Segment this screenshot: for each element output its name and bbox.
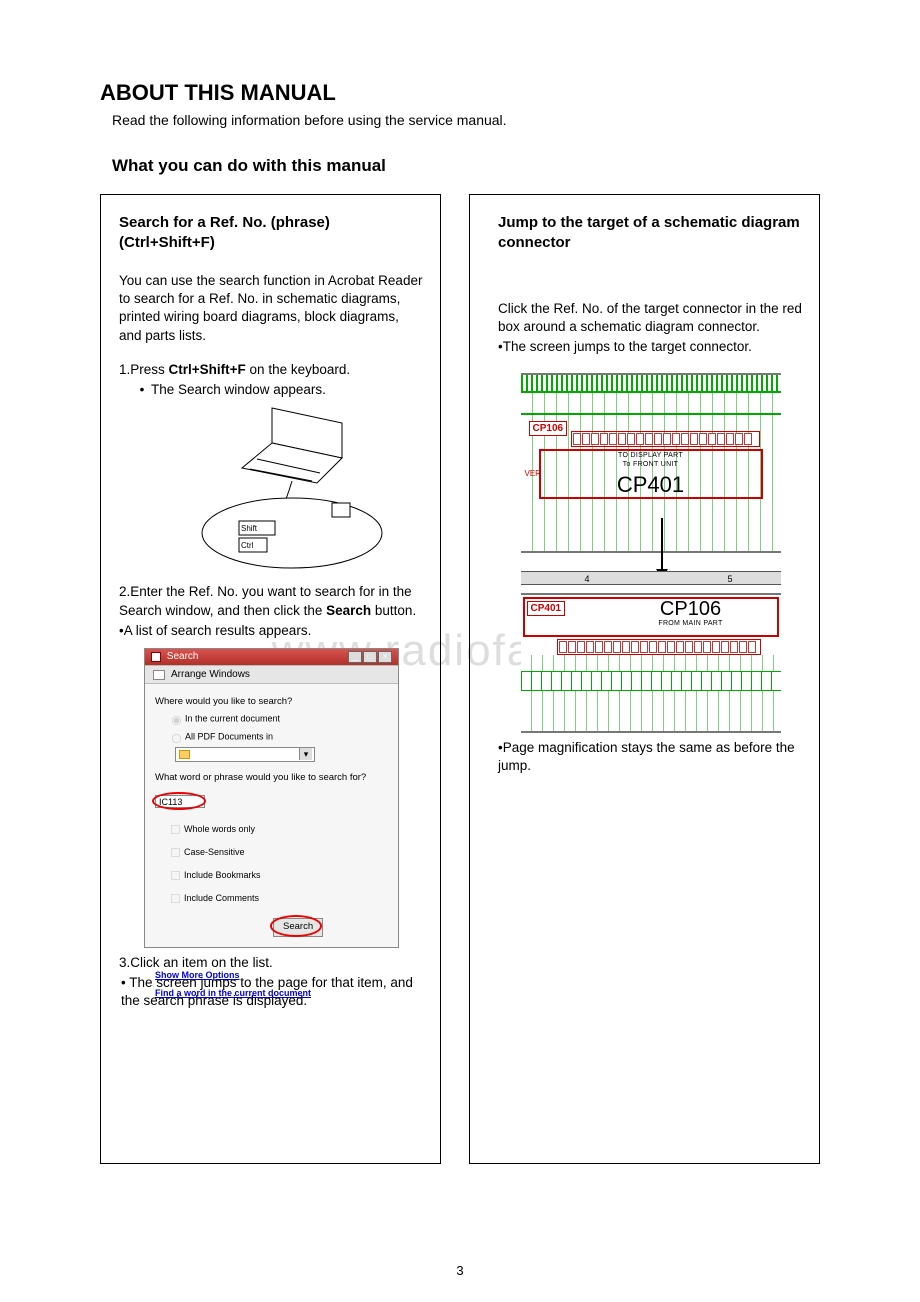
minimize-icon: _ bbox=[348, 651, 362, 663]
box-jump-connector: Jump to the target of a schematic diagra… bbox=[469, 194, 820, 1164]
search-input-wrap: IC113 bbox=[155, 795, 388, 808]
label-to-display: TO DISPLAY PART bbox=[521, 451, 781, 460]
radio-all-label: All PDF Documents in bbox=[185, 732, 273, 742]
step2-bold: Search bbox=[326, 603, 371, 618]
number-row bbox=[521, 696, 781, 706]
radio-current-label: In the current document bbox=[185, 714, 280, 724]
schematic-panel-top: CP106 VER TO DISPLAY PART To FRONT UNIT … bbox=[521, 373, 781, 553]
where-label: Where would you like to search? bbox=[155, 696, 388, 709]
check-whole-label: Whole words only bbox=[184, 824, 255, 834]
lower-green-row bbox=[521, 671, 781, 691]
step1-result-text: The Search window appears. bbox=[151, 382, 326, 397]
label-to-front: To FRONT UNIT bbox=[521, 460, 781, 469]
ruler-4: 4 bbox=[585, 573, 590, 585]
right-note: •Page magnification stays the same as be… bbox=[498, 739, 803, 775]
dialog-titlebar: Search _ □ × bbox=[145, 649, 398, 665]
label-cp401-small: CP401 bbox=[527, 601, 566, 617]
page-number: 3 bbox=[456, 1263, 463, 1278]
dialog-title-text: Search bbox=[167, 651, 199, 662]
close-icon: × bbox=[378, 651, 392, 663]
what-label: What word or phrase would you like to se… bbox=[155, 772, 388, 785]
folder-dropdown bbox=[175, 747, 315, 762]
box-search-refno: Search for a Ref. No. (phrase) (Ctrl+Shi… bbox=[100, 194, 441, 1164]
maximize-icon: □ bbox=[363, 651, 377, 663]
schematic-illustration: CP106 VER TO DISPLAY PART To FRONT UNIT … bbox=[521, 373, 781, 733]
right-desc2: •The screen jumps to the target connecto… bbox=[498, 338, 803, 356]
check-bookmarks-label: Include Bookmarks bbox=[184, 870, 261, 880]
heading-what-you-can-do: What you can do with this manual bbox=[112, 156, 820, 176]
heading-about: ABOUT THIS MANUAL bbox=[100, 80, 820, 106]
search-input-value: IC113 bbox=[155, 795, 205, 808]
check-comments: Include Comments bbox=[165, 889, 388, 908]
radio-all-docs: All PDF Documents in bbox=[165, 729, 388, 745]
connector-pins-bottom bbox=[559, 641, 759, 653]
schematic-panel-bottom: CP401 CP106 FROM MAIN PART bbox=[521, 593, 781, 733]
ruler-5: 5 bbox=[727, 573, 732, 585]
folder-icon bbox=[179, 750, 190, 759]
laptop-illustration: Shift Ctrl bbox=[142, 403, 402, 573]
step1-result: The Search window appears. bbox=[119, 381, 424, 399]
step1-shortcut: Ctrl+Shift+F bbox=[169, 362, 246, 377]
check-bookmarks: Include Bookmarks bbox=[165, 866, 388, 885]
check-case-label: Case-Sensitive bbox=[184, 847, 245, 857]
arrow-down-icon bbox=[661, 518, 663, 578]
search-button-wrap: Search bbox=[273, 918, 323, 937]
key-shift: Shift bbox=[241, 524, 258, 533]
connector-pins-top bbox=[573, 433, 758, 445]
step1-prefix: 1.Press bbox=[119, 362, 169, 377]
check-whole-words: Whole words only bbox=[165, 820, 388, 839]
label-cp401-big: CP401 bbox=[521, 470, 781, 500]
search-dialog-illustration: Search _ □ × Arrange Windows Where would… bbox=[144, 648, 399, 948]
left-desc: You can use the search function in Acrob… bbox=[119, 272, 424, 345]
link-show-more: Show More Options bbox=[155, 969, 388, 981]
step2-b: button. bbox=[371, 603, 416, 618]
arrange-icon bbox=[153, 670, 165, 680]
arrange-windows-label: Arrange Windows bbox=[171, 668, 250, 682]
step1-suffix: on the keyboard. bbox=[246, 362, 350, 377]
label-cp106-top: CP106 bbox=[529, 421, 568, 437]
step1: 1.Press Ctrl+Shift+F on the keyboard. bbox=[119, 361, 424, 379]
page-content: ABOUT THIS MANUAL Read the following inf… bbox=[0, 0, 920, 1204]
check-case: Case-Sensitive bbox=[165, 843, 388, 862]
arrange-windows-bar: Arrange Windows bbox=[145, 665, 398, 685]
search-button-label: Search bbox=[273, 918, 323, 937]
pdf-icon bbox=[151, 652, 161, 662]
label-cp106-big: CP106 bbox=[611, 599, 771, 619]
box-title-left: Search for a Ref. No. (phrase) (Ctrl+Shi… bbox=[119, 213, 424, 252]
key-ctrl: Ctrl bbox=[241, 541, 254, 550]
box-title-right: Jump to the target of a schematic diagra… bbox=[498, 213, 803, 252]
radio-current-doc: In the current document bbox=[165, 711, 388, 727]
step2: 2.Enter the Ref. No. you want to search … bbox=[119, 583, 424, 619]
right-desc1: Click the Ref. No. of the target connect… bbox=[498, 300, 803, 336]
link-find-word: Find a word in the current document bbox=[155, 987, 388, 999]
step2-result: •A list of search results appears. bbox=[119, 622, 424, 640]
label-from-main: FROM MAIN PART bbox=[611, 619, 771, 628]
intro-text: Read the following information before us… bbox=[112, 112, 820, 128]
check-comments-label: Include Comments bbox=[184, 893, 259, 903]
